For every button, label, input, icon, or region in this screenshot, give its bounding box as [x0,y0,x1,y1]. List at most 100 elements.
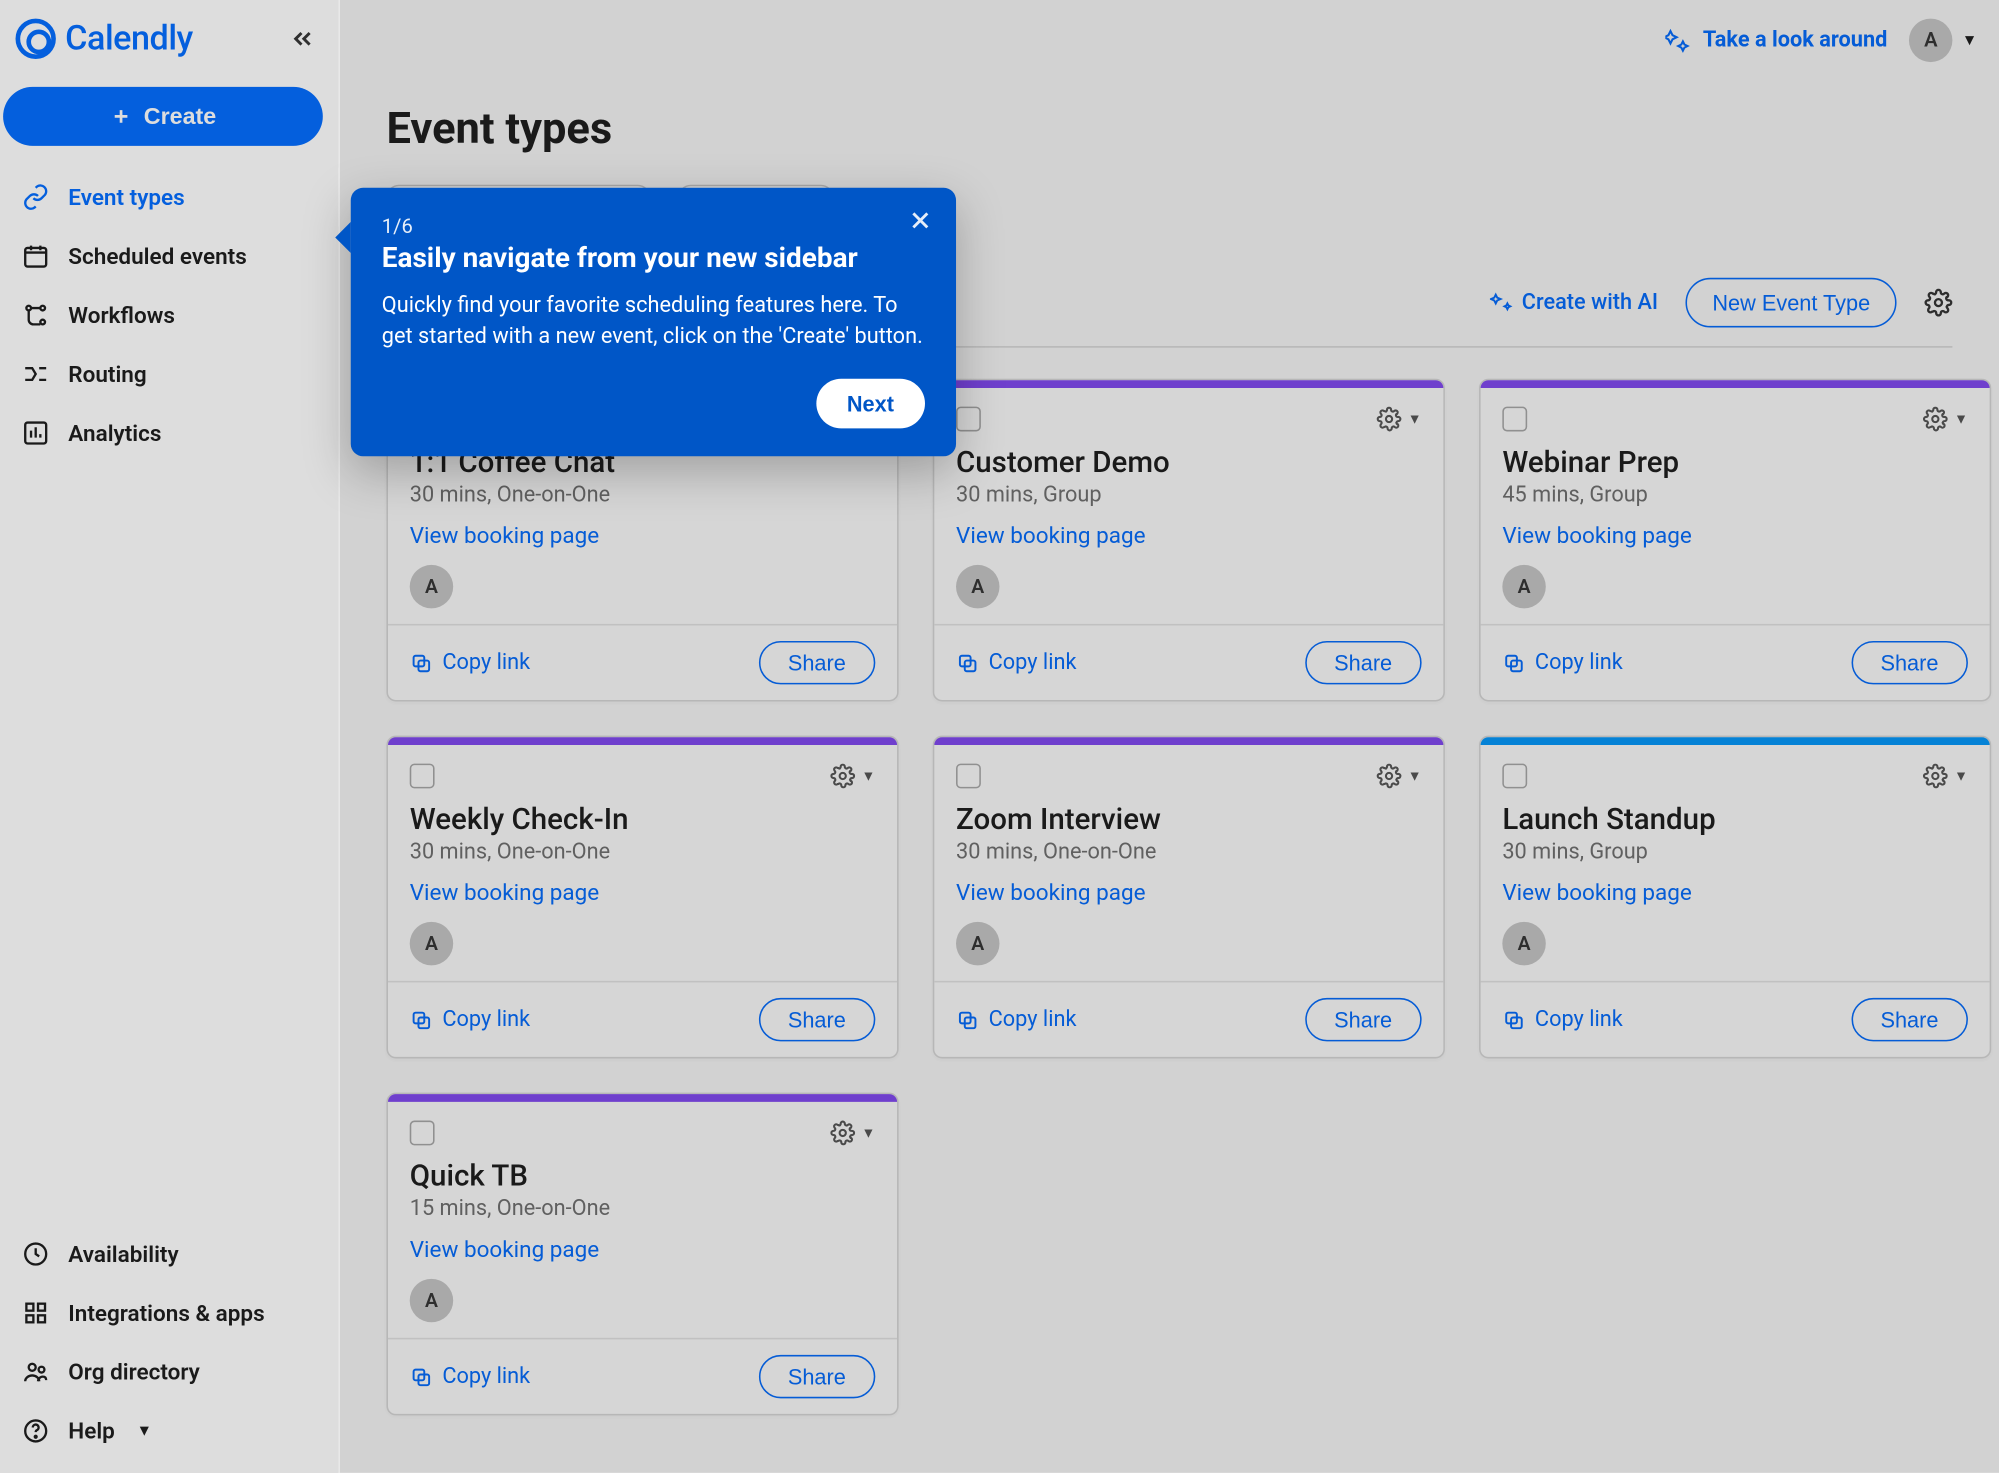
card-title: Quick TB [410,1158,876,1194]
view-booking-page-link[interactable]: View booking page [956,880,1146,906]
calendar-icon [22,242,50,270]
sidebar-item-routing[interactable]: Routing [0,345,338,404]
card-settings-icon[interactable]: ▼ [1923,764,1968,789]
sidebar-item-org-directory[interactable]: Org directory [0,1342,338,1401]
popover-next-button[interactable]: Next [816,378,925,428]
share-button[interactable]: Share [758,1355,875,1398]
card-title: Webinar Prep [1502,444,1968,480]
avatar: A [956,565,999,608]
sidebar-item-label: Integrations & apps [68,1300,264,1326]
popover-title: Easily navigate from your new sidebar [382,242,925,275]
view-booking-page-link[interactable]: View booking page [1502,880,1692,906]
account-menu[interactable]: A ▼ [1909,19,1977,62]
share-button[interactable]: Share [1851,641,1968,684]
card-subtitle: 30 mins, Group [1502,840,1968,865]
card-settings-icon[interactable]: ▼ [1923,407,1968,432]
routing-icon [22,360,50,388]
event-type-cards-grid: ▼1:1 Coffee Chat30 mins, One-on-OneView … [340,379,1999,1416]
workflow-icon [22,301,50,329]
view-booking-page-link[interactable]: View booking page [410,880,600,906]
copy-link-button[interactable]: Copy link [956,650,1076,675]
people-icon [22,1358,50,1386]
sidebar-item-help[interactable]: Help ▼ [0,1401,338,1460]
copy-link-button[interactable]: Copy link [410,1007,530,1032]
avatar: A [410,922,453,965]
sidebar-item-integrations[interactable]: Integrations & apps [0,1284,338,1343]
grid-icon [22,1299,50,1327]
view-booking-page-link[interactable]: View booking page [1502,523,1692,549]
view-booking-page-link[interactable]: View booking page [410,523,600,549]
card-subtitle: 15 mins, One-on-One [410,1197,876,1222]
share-button[interactable]: Share [1851,998,1968,1041]
card-stripe [388,737,897,745]
card-title: Launch Standup [1502,801,1968,837]
share-button[interactable]: Share [1305,641,1422,684]
event-type-card[interactable]: ▼Weekly Check-In30 mins, One-on-OneView … [386,736,898,1059]
clock-icon [22,1240,50,1268]
copy-link-button[interactable]: Copy link [410,650,530,675]
sidebar-item-label: Help [68,1418,115,1444]
card-settings-icon[interactable]: ▼ [830,1121,875,1146]
sidebar-item-analytics[interactable]: Analytics [0,404,338,463]
card-title: Customer Demo [956,444,1422,480]
logo-mark-icon [16,19,56,59]
take-a-look-around-button[interactable]: Take a look around [1666,28,1888,53]
card-settings-icon[interactable]: ▼ [1377,407,1422,432]
sidebar-item-scheduled-events[interactable]: Scheduled events [0,227,338,286]
collapse-sidebar-icon[interactable] [289,25,317,53]
copy-link-button[interactable]: Copy link [1502,650,1622,675]
card-title: Weekly Check-In [410,801,876,837]
copy-link-button[interactable]: Copy link [410,1364,530,1389]
create-button-label: Create [144,103,216,129]
card-stripe [934,737,1443,745]
card-stripe [388,1094,897,1102]
card-stripe [1481,737,1990,745]
card-checkbox[interactable] [956,764,981,789]
card-checkbox[interactable] [410,1121,435,1146]
view-booking-page-link[interactable]: View booking page [410,1237,600,1263]
card-subtitle: 45 mins, Group [1502,483,1968,508]
help-icon [22,1417,50,1445]
brand-logo[interactable]: Calendly [16,19,193,59]
sidebar-item-event-types[interactable]: Event types [0,168,338,227]
card-subtitle: 30 mins, One-on-One [410,483,876,508]
share-button[interactable]: Share [758,998,875,1041]
card-checkbox[interactable] [1502,407,1527,432]
avatar: A [1909,19,1952,62]
chevron-down-icon: ▼ [1962,32,1977,49]
card-stripe [934,380,1443,388]
avatar: A [1502,922,1545,965]
copy-link-button[interactable]: Copy link [956,1007,1076,1032]
card-settings-icon[interactable]: ▼ [830,764,875,789]
card-title: Zoom Interview [956,801,1422,837]
create-with-ai-button[interactable]: Create with AI [1489,290,1658,315]
card-checkbox[interactable] [1502,764,1527,789]
sidebar: Calendly Create Event types Scheduled ev… [0,0,340,1473]
new-event-type-button[interactable]: New Event Type [1686,278,1897,328]
event-type-card[interactable]: ▼ Zoom Interview 30 mins, One-on-One View b… [933,736,1445,1059]
avatar: A [1502,565,1545,608]
card-subtitle: 30 mins, One-on-One [956,840,1422,865]
event-type-card[interactable]: ▼ Launch Standup 30 mins, Group View bookin… [1479,736,1991,1059]
onboarding-popover: 1/6 Easily navigate from your new sideba… [351,188,956,456]
share-button[interactable]: Share [758,641,875,684]
share-button[interactable]: Share [1305,998,1422,1041]
settings-gear-icon[interactable] [1924,289,1952,317]
event-type-card[interactable]: ▼ Webinar Prep 45 mins, Group View booking … [1479,379,1991,702]
sidebar-item-label: Workflows [68,302,175,328]
brand-name: Calendly [65,19,193,58]
sidebar-item-availability[interactable]: Availability [0,1225,338,1284]
chart-icon [22,419,50,447]
view-booking-page-link[interactable]: View booking page [956,523,1146,549]
card-settings-icon[interactable]: ▼ [1377,764,1422,789]
card-checkbox[interactable] [956,407,981,432]
event-type-card[interactable]: ▼Customer Demo30 mins, GroupView booking… [933,379,1445,702]
tour-label: Take a look around [1703,28,1887,53]
card-checkbox[interactable] [410,764,435,789]
copy-link-button[interactable]: Copy link [1502,1007,1622,1032]
sidebar-item-workflows[interactable]: Workflows [0,286,338,345]
create-button[interactable]: Create [3,87,323,146]
chevron-down-icon: ▼ [137,1422,152,1439]
avatar: A [410,1279,453,1322]
event-type-card[interactable]: ▼ Quick TB 15 mins, One-on-One View booking… [386,1093,898,1416]
